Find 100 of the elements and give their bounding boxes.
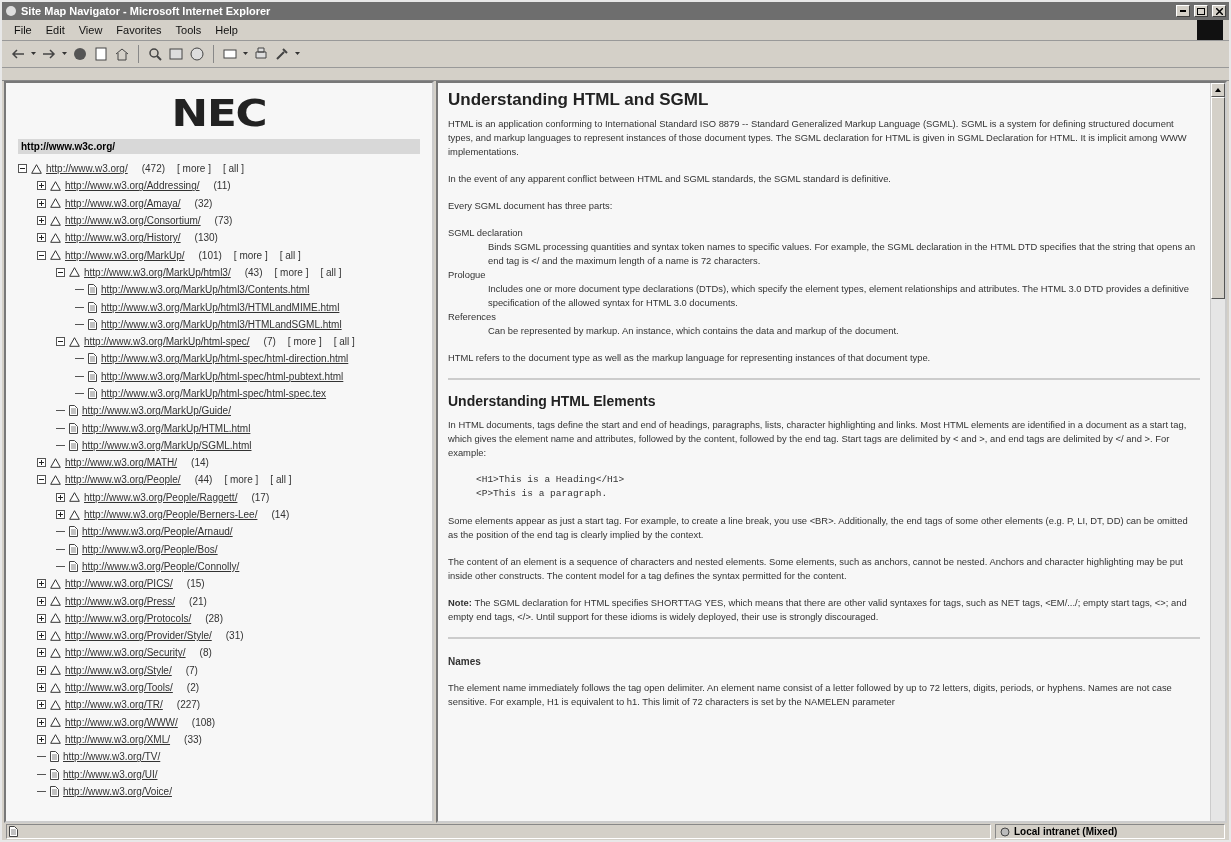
caret-icon[interactable] — [295, 52, 300, 56]
code-sample: <H1>This is a Heading</H1> <P>This is a paragraph. — [476, 473, 626, 501]
maximize-button[interactable] — [1194, 5, 1208, 17]
page-icon — [69, 439, 78, 451]
page-count: (32) — [194, 197, 213, 209]
url-link[interactable]: http://www.w3.org/Amaya/ — [65, 197, 181, 209]
caret-icon[interactable] — [31, 52, 36, 56]
expand-icon[interactable] — [37, 734, 46, 744]
minimize-button[interactable] — [1176, 5, 1190, 17]
expand-icon[interactable] — [56, 510, 65, 520]
url-link[interactable]: http://www.w3.org/Style/ — [65, 664, 172, 676]
url-link[interactable]: http://www.w3.org/MarkUp/html3/HTMLandMIME.html — [101, 301, 340, 313]
url-link[interactable]: http://www.w3.org/TV/ — [63, 751, 161, 763]
expand-icon[interactable] — [37, 233, 46, 243]
tree-link[interactable]: [ more ] — [224, 474, 259, 486]
expand-icon[interactable] — [37, 717, 46, 727]
scroll-up-button[interactable] — [1211, 83, 1225, 97]
url-link[interactable]: http://www.w3.org/Security/ — [65, 647, 186, 659]
url-link[interactable]: http://www.w3.org/MarkUp/html-spec/html-spec.tex — [101, 388, 327, 399]
menu-item[interactable]: Help — [209, 23, 244, 37]
url-link[interactable]: http://www.w3.org/MarkUp/ — [65, 249, 185, 261]
url-link[interactable]: http://www.w3.org/UI/ — [63, 768, 158, 780]
tree-link[interactable]: [ all ] — [222, 163, 245, 175]
home-icon[interactable] — [114, 46, 130, 62]
url-link[interactable]: http://www.w3.org/MarkUp/html3/ — [84, 266, 231, 278]
print-icon[interactable] — [253, 46, 269, 62]
url-link[interactable]: http://www.w3.org/MarkUp/html-spec/html-pubtext.html — [101, 370, 344, 382]
url-link[interactable]: http://www.w3.org/MarkUp/html-spec/html-direction.html — [101, 353, 349, 365]
section-heading: Understanding HTML Elements — [448, 394, 657, 408]
close-button[interactable] — [1212, 5, 1226, 17]
tree-link[interactable]: [ more ] — [177, 163, 211, 175]
menu-item[interactable]: View — [72, 23, 109, 37]
menu-item[interactable]: File — [8, 23, 38, 37]
collapse-icon[interactable] — [18, 164, 27, 174]
expand-icon[interactable] — [37, 579, 46, 589]
url-link[interactable]: http://www.w3.org/People/Raggett/ — [84, 491, 238, 503]
tree-link[interactable]: [ more ] — [274, 266, 309, 278]
url-link[interactable]: http://www.w3.org/MarkUp/html3/Contents.html — [101, 284, 310, 296]
tools-icon[interactable] — [274, 46, 290, 62]
browser-icon — [5, 5, 17, 17]
url-link[interactable]: http://www.w3.org/MarkUp/html3/HTMLandSGML.html — [101, 318, 342, 330]
expand-icon[interactable] — [37, 648, 46, 658]
tree-link[interactable]: [ all ] — [270, 474, 292, 486]
url-link[interactable]: http://www.w3.org/TR/ — [65, 699, 163, 711]
url-link[interactable]: http://www.w3.org/MarkUp/Guide/ — [82, 405, 231, 417]
caret-icon[interactable] — [62, 52, 67, 56]
triangle-icon — [50, 613, 61, 624]
tree-link[interactable]: [ all ] — [333, 336, 355, 348]
url-link[interactable]: http://www.w3.org/People/Arnaud/ — [82, 526, 233, 538]
expand-icon[interactable] — [37, 198, 46, 208]
expand-icon[interactable] — [37, 700, 46, 710]
url-link[interactable]: http://www.w3.org/MarkUp/SGML.html — [82, 439, 252, 451]
url-link[interactable]: http://www.w3.org/People/Connolly/ — [82, 560, 240, 572]
expand-icon[interactable] — [37, 181, 46, 191]
expand-icon[interactable] — [37, 216, 46, 226]
url-link[interactable]: http://www.w3.org/Press/ — [65, 595, 176, 607]
url-link[interactable]: http://www.w3.org/People/Bos/ — [82, 543, 218, 555]
expand-icon[interactable] — [37, 596, 46, 606]
stop-icon[interactable] — [72, 46, 88, 62]
collapse-icon[interactable] — [37, 475, 46, 485]
expand-icon[interactable] — [56, 492, 65, 502]
url-link[interactable]: http://www.w3.org/Voice/ — [63, 785, 172, 797]
expand-icon[interactable] — [37, 665, 46, 675]
url-link[interactable]: http://www.w3.org/MarkUp/HTML.html — [82, 422, 251, 434]
collapse-icon[interactable] — [56, 267, 65, 277]
page-count: (130) — [194, 232, 218, 244]
search-icon[interactable] — [147, 46, 163, 62]
url-link[interactable]: http://www.w3.org/PICS/ — [65, 578, 173, 590]
url-link[interactable]: http://www.w3.org/Protocols/ — [65, 612, 192, 624]
url-link[interactable]: http://www.w3.org/Consortium/ — [65, 215, 201, 227]
url-link[interactable]: http://www.w3.org/WWW/ — [65, 716, 178, 728]
url-link[interactable]: http://www.w3.org/MATH/ — [65, 457, 178, 469]
tree-link[interactable]: [ more ] — [287, 336, 322, 348]
url-link[interactable]: http://www.w3.org/Provider/Style/ — [65, 630, 212, 642]
url-link[interactable]: http://www.w3.org/History/ — [65, 232, 181, 244]
expand-icon[interactable] — [37, 458, 46, 468]
url-link[interactable]: http://www.w3.org/Addressing/ — [65, 180, 200, 192]
expand-icon[interactable] — [37, 613, 46, 623]
url-link[interactable]: http://www.w3.org/MarkUp/html-spec/ — [84, 336, 250, 348]
url-link[interactable]: http://www.w3.org/XML/ — [65, 733, 171, 745]
expand-icon[interactable] — [37, 631, 46, 641]
scrollbar[interactable] — [1210, 83, 1225, 821]
menu-item[interactable]: Favorites — [110, 23, 168, 37]
tree-link[interactable]: [ all ] — [279, 249, 301, 261]
url-link[interactable]: http://www.w3.org/People/ — [65, 474, 181, 486]
url-link[interactable]: http://www.w3.org/ — [46, 163, 128, 175]
page-count: (28) — [205, 612, 223, 624]
triangle-icon — [50, 180, 61, 191]
menu-item[interactable]: Tools — [169, 23, 208, 37]
menu-item[interactable]: Edit — [39, 23, 71, 37]
expand-icon[interactable] — [37, 683, 46, 693]
scrollbar-thumb[interactable] — [1211, 97, 1225, 299]
url-link[interactable]: http://www.w3.org/People/Berners-Lee/ — [84, 509, 258, 521]
page-count: (14) — [271, 509, 290, 521]
caret-icon[interactable] — [243, 52, 248, 56]
tree-link[interactable]: [ more ] — [233, 249, 268, 261]
collapse-icon[interactable] — [37, 250, 46, 260]
collapse-icon[interactable] — [56, 337, 65, 347]
url-link[interactable]: http://www.w3.org/Tools/ — [65, 682, 173, 694]
tree-link[interactable]: [ all ] — [320, 266, 342, 278]
